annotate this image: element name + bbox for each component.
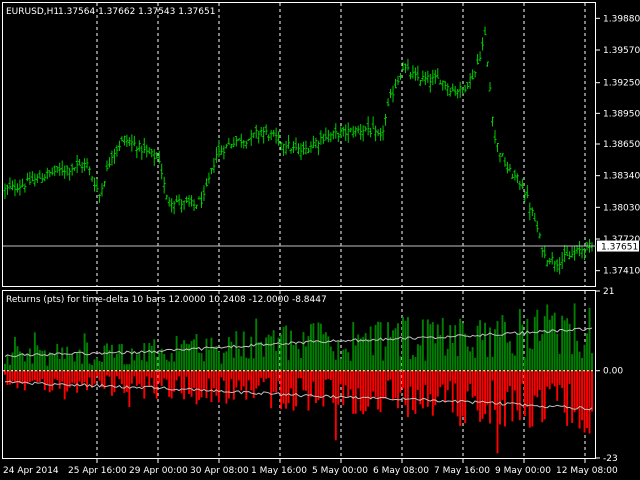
price-tick-label: 1.38340: [603, 172, 640, 182]
price-tick-label: 1.39880: [603, 14, 640, 24]
symbol-label: EURUSD,H1: [6, 7, 59, 17]
indicator-panel[interactable]: Returns (pts) for time-delta 10 bars 12.…: [2, 290, 597, 459]
time-tick-label: 9 May 00:00: [495, 466, 551, 476]
indicator-tick-label: -23: [603, 454, 618, 464]
time-tick-label: 5 May 00:00: [312, 466, 368, 476]
price-tick-label: 1.38650: [603, 140, 640, 150]
price-tick-label: 1.39570: [603, 46, 640, 56]
time-tick-label: 29 Apr 00:00: [129, 466, 188, 476]
price-tick-label: 1.39250: [603, 79, 640, 89]
indicator-label: Returns (pts) for time-delta 10 bars 12.…: [6, 295, 327, 305]
ohlc-label: 1.37564 1.37662 1.37543 1.37651: [58, 7, 215, 17]
last-price-tag: 1.37651: [597, 240, 639, 253]
time-tick-label: 7 May 16:00: [434, 466, 490, 476]
time-tick-label: 24 Apr 2014: [3, 466, 59, 476]
time-axis: 24 Apr 2014 25 Apr 16:00 29 Apr 00:00 30 Ap…: [3, 459, 618, 476]
indicator-tick-label: 0.00: [603, 367, 623, 377]
time-tick-label: 12 May 08:00: [556, 466, 618, 476]
price-axis: 1.39880 1.39570 1.39250 1.38950 1.38650 1.383…: [596, 14, 640, 277]
indicator-tick-label: 21: [603, 287, 614, 297]
time-tick-label: 25 Apr 16:00: [68, 466, 127, 476]
price-tick-label: 1.37410: [603, 267, 640, 277]
price-tick-label: 1.38030: [603, 203, 640, 213]
trading-chart[interactable]: EURUSD,H1 1.37564 1.37662 1.37543 1.3765…: [0, 0, 640, 480]
main-price-panel[interactable]: EURUSD,H1 1.37564 1.37662 1.37543 1.3765…: [2, 2, 597, 287]
time-tick-label: 6 May 08:00: [373, 466, 429, 476]
time-tick-label: 30 Apr 08:00: [190, 466, 249, 476]
indicator-axis: 21 0.00 -23: [596, 287, 623, 464]
time-tick-label: 1 May 16:00: [251, 466, 307, 476]
last-price-value: 1.37651: [601, 243, 638, 253]
price-tick-label: 1.38950: [603, 109, 640, 119]
